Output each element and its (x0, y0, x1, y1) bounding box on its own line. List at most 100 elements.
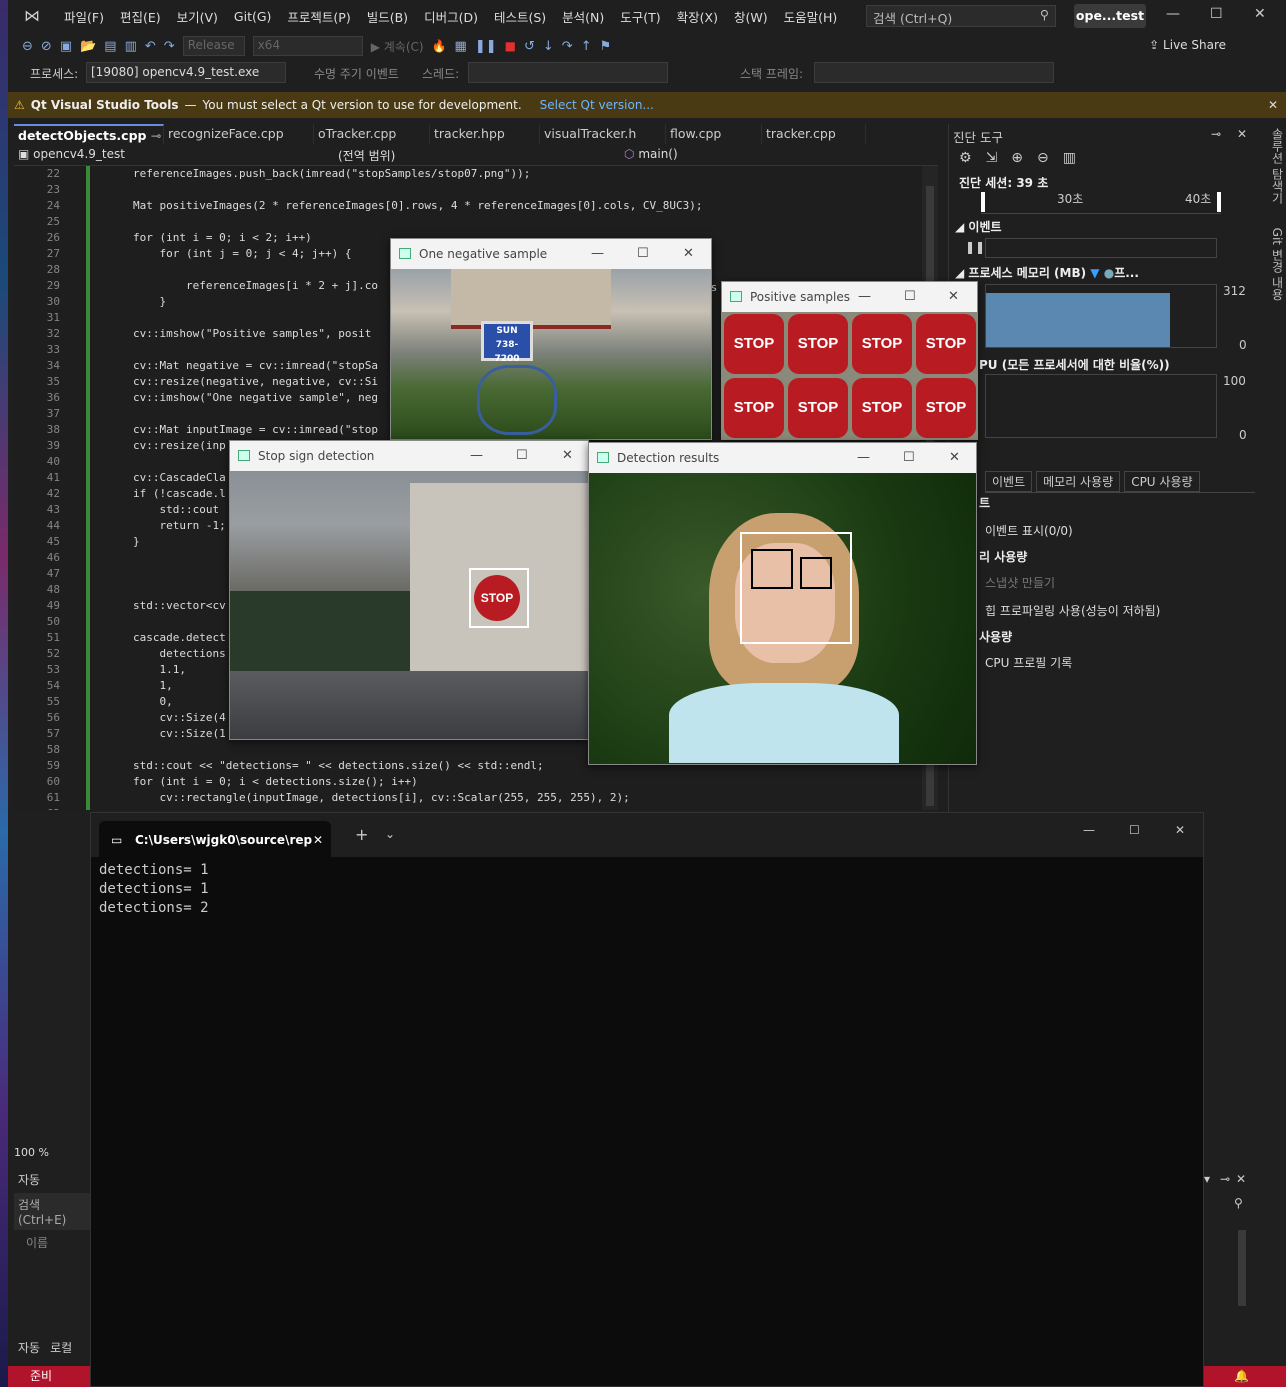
infobar-close-icon[interactable]: ✕ (1268, 98, 1278, 112)
tab-flow[interactable]: flow.cpp (666, 124, 762, 144)
folder-icon[interactable]: ▦ (455, 39, 467, 54)
panel-pin-icon[interactable]: ⊸ (1211, 127, 1221, 141)
function-dropdown[interactable]: ⬡ main() (624, 147, 914, 165)
menu-test[interactable]: 테스트(S) (486, 7, 554, 26)
close-icon[interactable]: ✕ (1254, 6, 1266, 22)
minimize-icon[interactable]: — (470, 441, 483, 471)
show-events-link[interactable]: 이벤트 표시(0/0) (985, 522, 1073, 539)
lower-panel-close-icon[interactable]: ✕ (1236, 1172, 1246, 1186)
stop-icon[interactable]: ■ (505, 39, 516, 53)
tab-autos[interactable]: 자동 (18, 1339, 40, 1356)
autos-search[interactable]: 검색(Ctrl+E) (14, 1193, 90, 1230)
detection-results-window[interactable]: Detection results — ☐ ✕ (588, 442, 977, 765)
menu-tools[interactable]: 도구(T) (612, 7, 668, 26)
menu-extensions[interactable]: 확장(X) (669, 7, 726, 26)
maximize-icon[interactable]: ☐ (637, 239, 649, 269)
minimize-icon[interactable]: — (1166, 6, 1180, 22)
tab-tracker-hpp[interactable]: tracker.hpp (430, 124, 540, 144)
maximize-icon[interactable]: ☐ (1210, 6, 1223, 22)
export-icon[interactable]: ⇲ (986, 150, 998, 166)
maximize-icon[interactable]: ☐ (516, 441, 528, 471)
take-snapshot-button[interactable]: 스냅샷 만들기 (985, 574, 1055, 591)
tab-cpu-usage[interactable]: CPU 사용량 (1124, 471, 1200, 492)
tab-tracker-cpp[interactable]: tracker.cpp (762, 124, 866, 144)
minimize-icon[interactable]: — (1083, 823, 1095, 837)
open-icon[interactable]: 📂 (80, 39, 96, 54)
process-dropdown[interactable]: [19080] opencv4.9_test.exe (86, 62, 286, 83)
new-project-icon[interactable]: ▣ (60, 39, 72, 54)
code-line[interactable]: Mat positiveImages(2 * referenceImages[0… (133, 198, 933, 214)
pause-icon[interactable]: ❚❚ (475, 39, 497, 54)
positive-window-titlebar[interactable]: Positive samples — ☐ ✕ (722, 282, 977, 312)
step-over-icon[interactable]: ↷ (562, 39, 573, 54)
menu-project[interactable]: 프로젝트(P) (279, 7, 358, 26)
menu-build[interactable]: 빌드(B) (359, 7, 416, 26)
redo-icon[interactable]: ↷ (164, 39, 175, 54)
code-line[interactable]: referenceImages.push_back(imread("stopSa… (133, 166, 933, 182)
live-share-button[interactable]: ⇪ Live Share (1149, 38, 1226, 52)
select-qt-version-link[interactable]: Select Qt version... (540, 98, 654, 112)
lifecycle-events-button[interactable]: 수명 주기 이벤트 (314, 65, 399, 82)
timeline-ruler[interactable]: 30초 40초 (981, 190, 1221, 214)
settings-gear-icon[interactable]: ⚙ (959, 150, 972, 166)
tab-detectobjects[interactable]: detectObjects.cpp ⊸ ✕ (14, 124, 164, 144)
menu-debug[interactable]: 디버그(D) (416, 7, 486, 26)
menu-help[interactable]: 도움말(H) (776, 7, 846, 26)
tab-memory-usage[interactable]: 메모리 사용량 (1036, 471, 1121, 492)
lower-panel-pin-icon[interactable]: ⊸ (1220, 1172, 1230, 1186)
stopdet-window-titlebar[interactable]: Stop sign detection — ☐ ✕ (230, 441, 588, 471)
git-changes-tab[interactable]: Git 변경 내용 (1270, 228, 1284, 301)
forward-icon[interactable]: ⊘ (41, 39, 52, 54)
terminal-window[interactable]: ▭ C:\Users\wjgk0\source\rep ✕ + ⌄ — ☐ ✕ … (90, 812, 1204, 1387)
minimize-icon[interactable]: — (858, 282, 871, 312)
back-icon[interactable]: ⊖ (22, 39, 33, 54)
maximize-icon[interactable]: ☐ (904, 282, 916, 312)
terminal-output[interactable]: detections= 1 detections= 1 detections= 2 (91, 857, 1203, 922)
menu-edit[interactable]: 편집(E) (112, 7, 169, 26)
pause-events-icon[interactable]: ❚❚ (965, 240, 985, 254)
scope-dropdown[interactable]: (전역 범위) (338, 147, 614, 165)
code-line[interactable]: for (int i = 0; i < detections.size(); i… (133, 774, 933, 790)
maximize-icon[interactable]: ☐ (903, 443, 915, 473)
zoom-out-icon[interactable]: ⊖ (1037, 150, 1049, 166)
close-icon[interactable]: ✕ (562, 441, 573, 471)
pin-icon[interactable]: ⊸ (151, 128, 161, 143)
detres-window-titlebar[interactable]: Detection results — ☐ ✕ (589, 443, 976, 473)
positive-samples-window[interactable]: Positive samples — ☐ ✕ STOP STOP STOP STOP S… (721, 281, 978, 440)
minimize-icon[interactable]: — (591, 239, 604, 269)
save-all-icon[interactable]: ▥ (125, 39, 137, 54)
tab-events[interactable]: 이벤트 (985, 471, 1033, 492)
zoom-in-icon[interactable]: ⊕ (1011, 150, 1023, 166)
reset-zoom-icon[interactable]: ▥ (1063, 150, 1076, 166)
new-tab-icon[interactable]: + (355, 825, 368, 844)
negative-window-titlebar[interactable]: One negative sample — ☐ ✕ (391, 239, 711, 269)
step-into-icon[interactable]: ↓ (543, 39, 554, 54)
code-line[interactable]: cv::rectangle(inputImage, detections[i],… (133, 790, 933, 806)
tab-visualtracker[interactable]: visualTracker.h (540, 124, 666, 144)
menu-view[interactable]: 보기(V) (169, 7, 226, 26)
save-icon[interactable]: ▤ (104, 39, 116, 54)
stackframe-dropdown[interactable] (814, 62, 1054, 83)
chevron-down-icon[interactable]: ⌄ (385, 827, 395, 841)
heap-profiling-checkbox[interactable]: 힙 프로파일링 사용(성능이 저하됨) (985, 602, 1160, 619)
panel-close-icon[interactable]: ✕ (1237, 127, 1247, 141)
menu-analyze[interactable]: 분석(N) (554, 7, 612, 26)
record-cpu-profile-button[interactable]: CPU 프로필 기록 (985, 654, 1072, 671)
terminal-tab[interactable]: ▭ C:\Users\wjgk0\source\rep ✕ (99, 821, 331, 857)
undo-icon[interactable]: ↶ (145, 39, 156, 54)
stop-sign-detection-window[interactable]: Stop sign detection — ☐ ✕ STOP (229, 440, 589, 740)
negative-sample-window[interactable]: One negative sample — ☐ ✕ SUN 738-7200 (390, 238, 712, 440)
tab-otracker[interactable]: oTracker.cpp (314, 124, 430, 144)
bookmark-icon[interactable]: ⚑ (600, 39, 612, 54)
menu-file[interactable]: 파일(F) (56, 7, 112, 26)
thread-dropdown[interactable] (468, 62, 668, 83)
close-icon[interactable]: ✕ (948, 282, 959, 312)
notification-bell-icon[interactable]: 🔔 (1234, 1366, 1249, 1387)
solution-explorer-tab[interactable]: 솔루션 탐색기 (1270, 128, 1284, 204)
close-icon[interactable]: ✕ (683, 239, 694, 269)
configuration-dropdown[interactable]: Release (182, 36, 245, 56)
timeline-handle-left[interactable] (981, 192, 985, 212)
memory-chart[interactable] (985, 284, 1217, 348)
zoom-level[interactable]: 100 % (14, 1146, 90, 1162)
lower-panel-dropdown-icon[interactable]: ▾ (1204, 1172, 1210, 1186)
